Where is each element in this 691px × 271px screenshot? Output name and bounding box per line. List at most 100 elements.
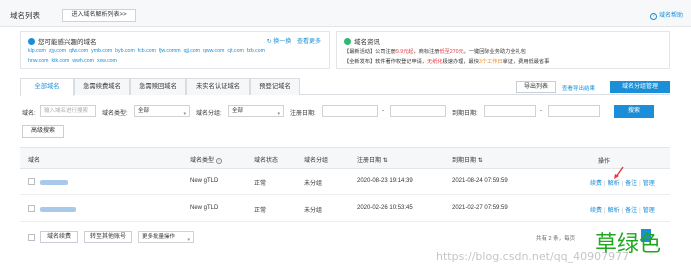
- suggested-domain-link[interactable]: hnw.com: [28, 58, 48, 64]
- suggested-domains-row-2: hnw.com ktk.com wwh.com xxw.com: [28, 58, 120, 64]
- news-line-2-suffix: 拿证，费用低最省事: [502, 59, 550, 65]
- pagination-summary: 共有 2 条，每页: [536, 236, 576, 242]
- lightbulb-icon: [28, 38, 35, 45]
- interest-card: 您可能感兴趣的域名 ↻ 换一换 查看更多 klp.com zjy.com qfw.c…: [20, 31, 330, 69]
- table-header: 域名 域名类型 ? 域名状态 域名分组 注册日期 ⇅ 到期日期 ⇅ 操作: [20, 147, 670, 169]
- help-link-label: 域名帮助: [658, 13, 683, 19]
- resolve-link[interactable]: 解析: [608, 181, 620, 187]
- tab-all-domains[interactable]: 全部域名: [20, 78, 74, 96]
- reg-date: 2020-02-26 10:53:45: [357, 205, 413, 211]
- suggested-domain-link[interactable]: qfw.com: [69, 48, 88, 54]
- suggested-domain-link[interactable]: zjy.com: [49, 48, 66, 54]
- group-select[interactable]: 全部 ▾: [228, 105, 284, 117]
- manage-link[interactable]: 管理: [643, 208, 655, 214]
- domain-type: New gTLD: [190, 178, 219, 184]
- domain-search-input[interactable]: 输入域名进行搜索: [40, 105, 96, 117]
- more-domains-link[interactable]: 查看更多: [297, 39, 321, 45]
- news-line-2-prefix: 【全新发布】软件著作权登记申请，: [344, 59, 428, 65]
- batch-operations-select[interactable]: 更多批量操作 ▾: [138, 231, 194, 243]
- type-select[interactable]: 全部 ▾: [134, 105, 190, 117]
- expire-date: 2021-02-27 07:59:59: [452, 205, 508, 211]
- tab-redeem-urgent[interactable]: 急需赎回域名: [130, 78, 186, 95]
- parse-list-button[interactable]: 进入域名解析列表>>: [62, 9, 136, 22]
- news-line-1-suffix: ，一键回际业务助力全礼包: [463, 49, 526, 55]
- news-line-1[interactable]: 【最新活动】公司注册9.9元起，商标注册低至270元，一键回际业务助力全礼包: [344, 48, 526, 55]
- table-row: New gTLD 正常 未分组 2020-02-26 10:53:45 2021…: [20, 196, 670, 222]
- suggested-domain-link[interactable]: fjw.comm: [159, 48, 181, 54]
- group-select-value: 全部: [232, 108, 244, 114]
- view-export-results-link[interactable]: 查看导出结果: [562, 84, 595, 92]
- chevron-down-icon: ▾: [277, 111, 280, 117]
- suggested-domain-link[interactable]: cjt.com: [227, 48, 243, 54]
- redacted-mask: [40, 207, 76, 212]
- separator: |: [639, 208, 641, 214]
- domain-name-redacted[interactable]: [40, 180, 68, 187]
- expire-date-start-input[interactable]: [484, 105, 536, 117]
- expire-date: 2021-08-24 07:59:59: [452, 178, 508, 184]
- bulk-renew-button[interactable]: 域名续费: [40, 231, 78, 243]
- chevron-down-icon: ▾: [187, 237, 190, 243]
- transfer-account-button[interactable]: 转至其他账号: [84, 231, 132, 243]
- row-checkbox[interactable]: [28, 205, 35, 212]
- tab-renew-urgent[interactable]: 急需续费域名: [74, 78, 130, 95]
- renew-link[interactable]: 续费: [590, 181, 602, 187]
- refresh-icon[interactable]: ↻: [267, 39, 272, 45]
- tab-unverified[interactable]: 未实名认证域名: [186, 78, 250, 95]
- domain-name-redacted[interactable]: [40, 207, 76, 214]
- news-line-1-price-1: 9.9元起: [395, 49, 414, 55]
- domain-type: New gTLD: [190, 205, 219, 211]
- tab-preregistered[interactable]: 预登记域名: [250, 78, 300, 95]
- question-icon: ?: [649, 13, 657, 20]
- suggested-domain-link[interactable]: xxw.com: [97, 58, 117, 64]
- news-line-2[interactable]: 【全新发布】软件著作权登记申请，无纸化极速办理，最快3个工作日拿证，费用低最省事: [344, 58, 549, 65]
- suggested-domain-link[interactable]: qjj.com: [184, 48, 200, 54]
- suggested-domain-link[interactable]: fzb.com: [247, 48, 265, 54]
- remark-link[interactable]: 备注: [625, 208, 637, 214]
- help-link[interactable]: ? 域名帮助: [649, 10, 683, 20]
- suggested-domain-link[interactable]: byb.com: [115, 48, 135, 54]
- refresh-link[interactable]: 换一换: [273, 39, 291, 45]
- col-group: 域名分组: [304, 158, 329, 164]
- news-line-1-prefix: 【最新活动】公司注册: [344, 49, 396, 55]
- redacted-mask: [40, 180, 68, 185]
- suggested-domain-link[interactable]: qww.com: [203, 48, 224, 54]
- suggested-domain-link[interactable]: fcb.com: [138, 48, 156, 54]
- sort-icon: ⇅: [477, 158, 483, 164]
- interest-card-title: 您可能感兴趣的域名: [38, 39, 97, 46]
- search-button[interactable]: 搜索: [614, 105, 654, 118]
- news-line-2-highlight-2: 3个工作日: [478, 59, 503, 65]
- row-checkbox[interactable]: [28, 178, 35, 185]
- renew-link[interactable]: 续费: [590, 208, 602, 214]
- news-line-1-mid: ，商标注册: [413, 49, 440, 55]
- expire-date-end-input[interactable]: [548, 105, 600, 117]
- suggested-domain-link[interactable]: ymb.com: [91, 48, 112, 54]
- sort-icon: ⇅: [382, 158, 388, 164]
- blog-url-watermark: https://blog.csdn.net/qq_40907977: [436, 250, 630, 263]
- col-reg-date[interactable]: 注册日期 ⇅: [357, 155, 388, 164]
- resolve-link[interactable]: 解析: [608, 208, 620, 214]
- type-filter-label: 域名类型:: [102, 111, 128, 117]
- export-list-button[interactable]: 导出列表: [516, 81, 556, 93]
- col-expire-date[interactable]: 到期日期 ⇅: [452, 155, 483, 164]
- select-all-checkbox[interactable]: [28, 234, 35, 241]
- suggested-domain-link[interactable]: ktk.com: [51, 58, 69, 64]
- reg-date-start-input[interactable]: [322, 105, 378, 117]
- manage-groups-button[interactable]: 域名分组管理: [610, 81, 670, 93]
- separator: |: [604, 208, 606, 214]
- row-operations: 续费 | 解析 | 备注 | 管理: [590, 205, 655, 214]
- domain-filter-label: 域名:: [22, 111, 36, 117]
- advanced-search-button[interactable]: 高级搜索: [22, 125, 64, 138]
- separator: |: [621, 181, 624, 187]
- news-line-2-highlight-1: 无纸化: [427, 59, 443, 65]
- info-icon[interactable]: ?: [215, 158, 222, 164]
- col-status: 域名状态: [254, 158, 279, 164]
- suggested-domains-row-1: klp.com zjy.com qfw.com ymb.com byb.com fcb.c…: [28, 48, 268, 54]
- separator: |: [621, 208, 624, 214]
- suggested-domain-link[interactable]: klp.com: [28, 48, 46, 54]
- suggested-domain-link[interactable]: wwh.com: [72, 58, 94, 64]
- reg-date-end-input[interactable]: [390, 105, 446, 117]
- expire-date-separator: -: [540, 108, 542, 114]
- remark-link[interactable]: 备注: [625, 181, 637, 187]
- separator: |: [604, 181, 606, 187]
- manage-link[interactable]: 管理: [643, 181, 655, 187]
